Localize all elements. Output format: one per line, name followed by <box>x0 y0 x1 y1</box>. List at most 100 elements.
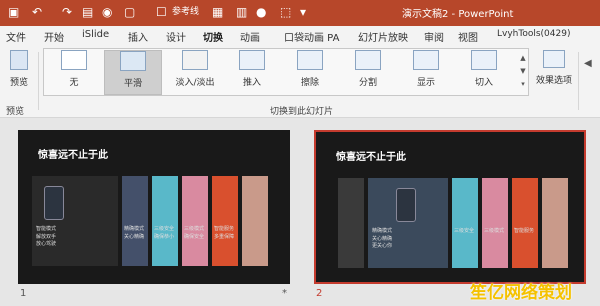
transition-morph[interactable]: 平滑 <box>104 50 162 95</box>
card-text: 确保恭小 <box>154 234 175 240</box>
ribbon: 预览 预览 无 平滑 淡入/淡出 推入 擦除 分割 显示 切入 ▲ ▼ ▾ 效果… <box>0 46 600 118</box>
reveal-icon <box>413 50 439 70</box>
slide-card: 精确模式 关心精确 <box>122 176 148 266</box>
card-text: 关心精确 <box>372 236 393 242</box>
title-bar: ▣ ↶ ↷ ▤ ◉ ▢ ☐ 参考线 ▦ ▥ ● ⬚ ▾ 演示文稿2 - Powe… <box>0 0 600 26</box>
scroll-up-icon[interactable]: ▲ <box>518 52 528 65</box>
scroll-down-icon[interactable]: ▼ <box>518 65 528 78</box>
gallery-group-label: 切换到此幻灯片 <box>270 107 334 117</box>
card-label: 智能模式 <box>36 226 57 232</box>
transition-label: 切入 <box>474 78 493 88</box>
tab-insert[interactable]: 插入 <box>128 29 148 44</box>
slide-card: 智能模式 解放双手 放心驾驶 <box>32 176 118 266</box>
tab-animations[interactable]: 动画 <box>240 29 260 44</box>
tab-view[interactable]: 视图 <box>458 29 478 44</box>
slide-card: 精确模式 关心精确 更关心你 <box>368 178 448 268</box>
slide-card: 三级模式 确保安全 <box>182 176 208 266</box>
tab-file[interactable]: 文件 <box>6 29 26 44</box>
phone-image <box>44 186 64 220</box>
tab-slideshow[interactable]: 幻灯片放映 <box>358 29 408 44</box>
card-label: 精确模式 <box>124 226 145 232</box>
slide-title: 惊喜远不止于此 <box>38 150 108 161</box>
slide-thumbnail-selected[interactable]: 惊喜远不止于此 精确模式 关心精确 更关心你 三级安全 三级模式 智能服务 <box>314 130 586 284</box>
gallery-more-icon[interactable]: ▾ <box>518 78 528 91</box>
timing-sound-icon[interactable]: ◀ <box>584 58 592 69</box>
tab-review[interactable]: 审阅 <box>424 29 444 44</box>
window-title: 演示文稿2 - PowerPoint <box>402 9 514 20</box>
card-text: 关心精确 <box>124 234 145 240</box>
save-icon[interactable]: ▣ <box>8 4 19 20</box>
card-text: 多重保障 <box>214 234 235 240</box>
stop-icon[interactable]: ◉ <box>102 4 112 20</box>
transition-push[interactable]: 推入 <box>226 50 278 95</box>
record-icon[interactable]: ● <box>256 4 266 20</box>
morph-icon <box>120 51 146 71</box>
preview-label: 预览 <box>9 78 28 88</box>
transition-split[interactable]: 分割 <box>342 50 394 95</box>
tab-design[interactable]: 设计 <box>166 29 186 44</box>
tab-pocket-animation[interactable]: 口袋动画 PA <box>284 29 339 44</box>
cut-icon <box>471 50 497 70</box>
gallery-scroll[interactable]: ▲ ▼ ▾ <box>518 52 528 92</box>
push-icon <box>239 50 265 70</box>
slide-card <box>542 178 568 268</box>
reference-line-checkbox[interactable]: ☐ <box>156 4 167 20</box>
preview-button[interactable]: 预览 <box>4 50 34 95</box>
transition-label: 分割 <box>358 78 377 88</box>
tab-home[interactable]: 开始 <box>44 29 64 44</box>
transition-label: 擦除 <box>300 78 319 88</box>
transition-label: 平滑 <box>123 79 142 89</box>
transition-label: 无 <box>69 78 79 88</box>
slide-card: 三级模式 <box>482 178 508 268</box>
slide-thumbnail[interactable]: 惊喜远不止于此 智能模式 解放双手 放心驾驶 精确模式 关心精确 三级安全 确保… <box>18 130 290 284</box>
reference-line-label: 参考线 <box>172 7 200 17</box>
card-label: 智能服务 <box>514 228 535 234</box>
transition-none[interactable]: 无 <box>46 50 102 95</box>
pin-icon[interactable]: ⬚ <box>280 4 291 20</box>
tab-lvyhtools[interactable]: LvyhTools(0429) <box>497 29 570 39</box>
watermark-text: 笙亿网络策划 <box>470 283 572 303</box>
card-text: 确保安全 <box>184 234 205 240</box>
transition-fade[interactable]: 淡入/淡出 <box>165 50 225 95</box>
transition-label: 显示 <box>416 78 435 88</box>
customize-qat-icon[interactable]: ▾ <box>300 4 306 20</box>
fade-icon <box>182 50 208 70</box>
none-icon <box>61 50 87 70</box>
slide-number: 1 <box>20 288 27 299</box>
transition-label: 推入 <box>242 78 261 88</box>
group-separator <box>578 52 579 110</box>
slide-number: 2 <box>316 288 323 299</box>
slide-card <box>242 176 268 266</box>
transition-star-icon: * <box>282 288 287 299</box>
tab-transitions[interactable]: 切换 <box>203 29 223 48</box>
slide-card: 三级安全 确保恭小 <box>152 176 178 266</box>
ribbon-tabs: 文件 开始 iSlide 插入 设计 切换 动画 口袋动画 PA 幻灯片放映 审… <box>0 26 600 48</box>
card-label: 智能服务 <box>214 226 235 232</box>
card-text: 放心驾驶 <box>36 241 57 247</box>
phone-image <box>396 188 416 222</box>
card-label: 三级模式 <box>484 228 505 234</box>
split-icon <box>355 50 381 70</box>
slide-card: 智能服务 多重保障 <box>212 176 238 266</box>
slide-card: 智能服务 <box>512 178 538 268</box>
preview-group-label: 预览 <box>6 107 25 117</box>
slide-card: 三级安全 <box>452 178 478 268</box>
redo-icon[interactable]: ↷ <box>62 4 72 20</box>
tab-islide[interactable]: iSlide <box>82 29 109 40</box>
card-text: 解放双手 <box>36 234 57 240</box>
grid-icon[interactable]: ▦ <box>212 4 223 20</box>
transition-cut[interactable]: 切入 <box>458 50 510 95</box>
transition-reveal[interactable]: 显示 <box>400 50 452 95</box>
card-text: 更关心你 <box>372 243 393 249</box>
format-painter-icon[interactable]: ▢ <box>124 4 135 20</box>
transition-label: 淡入/淡出 <box>175 78 215 88</box>
effect-options-label: 效果选项 <box>535 76 572 86</box>
group-separator <box>38 52 39 110</box>
presentation-icon[interactable]: ▤ <box>82 4 93 20</box>
effect-options-button[interactable]: 效果选项 <box>532 50 576 95</box>
slide-card <box>338 178 364 268</box>
card-label: 三级安全 <box>154 226 175 232</box>
transition-wipe[interactable]: 擦除 <box>284 50 336 95</box>
table-icon[interactable]: ▥ <box>236 4 247 20</box>
undo-icon[interactable]: ↶ <box>32 4 42 20</box>
